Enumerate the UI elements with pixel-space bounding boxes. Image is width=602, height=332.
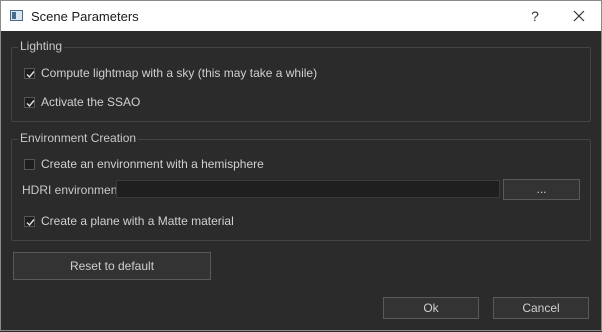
close-icon (573, 10, 585, 22)
environment-group-title: Environment Creation (18, 131, 139, 145)
ssao-checkbox[interactable] (24, 96, 35, 108)
compute-lightmap-row[interactable]: Compute lightmap with a sky (this may ta… (24, 65, 317, 81)
hdri-environment-field[interactable] (116, 180, 500, 198)
hemisphere-row[interactable]: Create an environment with a hemisphere (24, 156, 264, 172)
matte-plane-row[interactable]: Create a plane with a Matte material (24, 213, 234, 229)
lighting-group: Lighting Compute lightmap with a sky (th… (11, 39, 591, 122)
ok-button[interactable]: Ok (383, 297, 479, 319)
lighting-group-title: Lighting (18, 39, 65, 53)
help-button[interactable]: ? (521, 1, 549, 32)
matte-plane-checkbox[interactable] (24, 215, 35, 227)
checkmark-icon (26, 218, 35, 226)
ssao-row[interactable]: Activate the SSAO (24, 94, 140, 110)
hdri-environment-label: HDRI environment (22, 183, 121, 197)
hemisphere-checkbox[interactable] (24, 158, 35, 170)
compute-lightmap-checkbox[interactable] (24, 67, 35, 79)
compute-lightmap-label: Compute lightmap with a sky (this may ta… (41, 66, 318, 80)
ssao-label: Activate the SSAO (41, 95, 141, 109)
close-button[interactable] (563, 1, 595, 32)
reset-to-default-button[interactable]: Reset to default (13, 252, 211, 280)
hdri-browse-button[interactable]: ... (503, 179, 580, 200)
title-bar: Scene Parameters ? (0, 0, 602, 32)
cancel-button[interactable]: Cancel (493, 297, 589, 319)
window-title: Scene Parameters (31, 9, 139, 24)
environment-group: Environment Creation Create an environme… (11, 131, 591, 241)
hemisphere-label: Create an environment with a hemisphere (41, 157, 264, 171)
matte-plane-label: Create a plane with a Matte material (41, 214, 234, 228)
window-icon (10, 10, 23, 21)
checkmark-icon (26, 99, 35, 107)
checkmark-icon (26, 70, 35, 78)
dialog-body: Lighting Compute lightmap with a sky (th… (0, 31, 602, 331)
